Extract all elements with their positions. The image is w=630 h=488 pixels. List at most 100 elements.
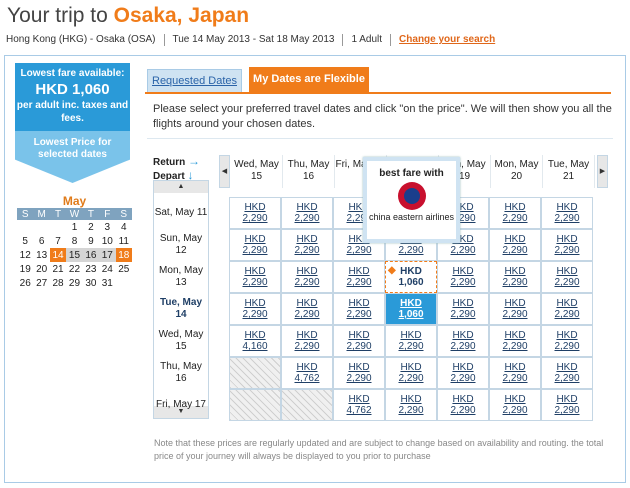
- fare-amount: 2,290: [450, 405, 476, 416]
- fare-cell[interactable]: HKD2,290: [541, 293, 593, 325]
- fare-cell[interactable]: HKD2,290: [281, 325, 333, 357]
- calendar-day[interactable]: 16: [82, 248, 100, 262]
- fare-cell[interactable]: HKD2,290: [437, 261, 489, 293]
- fare-cell[interactable]: HKD2,290: [333, 261, 385, 293]
- fare-cell[interactable]: HKD2,290: [489, 229, 541, 261]
- calendar-day[interactable]: 3: [99, 220, 115, 234]
- fare-cell[interactable]: HKD2,290: [333, 325, 385, 357]
- calendar-day[interactable]: 2: [83, 220, 99, 234]
- calendar-day[interactable]: 25: [116, 262, 132, 276]
- calendar-day[interactable]: 7: [50, 234, 66, 248]
- calendar-day[interactable]: 29: [66, 276, 82, 290]
- fare-amount: 2,290: [450, 245, 476, 256]
- trip-summary: Hong Kong (HKG) - Osaka (OSA) Tue 14 May…: [6, 34, 503, 46]
- fare-currency: HKD: [504, 234, 526, 245]
- calendar-day[interactable]: 6: [33, 234, 49, 248]
- calendar-day[interactable]: 11: [116, 234, 132, 248]
- fare-currency: HKD: [244, 330, 266, 341]
- fare-cell[interactable]: HKD2,290: [437, 357, 489, 389]
- calendar-day[interactable]: 20: [33, 262, 49, 276]
- fare-cell[interactable]: HKD2,290: [385, 357, 437, 389]
- fare-currency: HKD: [452, 266, 474, 277]
- fare-currency: HKD: [244, 298, 266, 309]
- fare-cell[interactable]: HKD2,290: [541, 197, 593, 229]
- calendar-day[interactable]: 14: [49, 248, 67, 262]
- tab-flexible-dates[interactable]: My Dates are Flexible: [249, 67, 369, 92]
- fare-cell[interactable]: HKD2,290: [385, 389, 437, 421]
- fare-cell[interactable]: HKD 4,762: [281, 357, 333, 389]
- calendar-day[interactable]: 24: [99, 262, 115, 276]
- fare-cell[interactable]: HKD2,290: [489, 293, 541, 325]
- calendar-weekday: S: [115, 208, 132, 220]
- calendar-day[interactable]: 22: [66, 262, 82, 276]
- chevron-left-icon[interactable]: ◀: [219, 155, 230, 188]
- fare-currency: HKD: [556, 202, 578, 213]
- chevron-up-icon[interactable]: ▲: [154, 181, 208, 193]
- depart-date: Tue, May 14: [159, 296, 203, 320]
- tab-requested-dates[interactable]: Requested Dates: [147, 69, 242, 92]
- calendar-day[interactable]: 15: [66, 248, 83, 262]
- fare-cell[interactable]: HKD2,290: [437, 293, 489, 325]
- calendar-day[interactable]: 23: [83, 262, 99, 276]
- fare-cell[interactable]: HKD2,290: [541, 389, 593, 421]
- chevron-right-icon[interactable]: ▶: [597, 155, 608, 188]
- calendar-day[interactable]: 19: [17, 262, 33, 276]
- fare-currency: HKD: [452, 394, 474, 405]
- calendar-day[interactable]: 13: [33, 248, 49, 262]
- fare-cell[interactable]: HKD2,290: [437, 389, 489, 421]
- fare-cell[interactable]: ◆ HKD 1,060: [385, 261, 437, 293]
- fare-cell[interactable]: HKD2,290: [229, 293, 281, 325]
- fare-cell[interactable]: HKD 1,060: [385, 293, 437, 325]
- calendar-day[interactable]: 10: [99, 234, 115, 248]
- fare-cell[interactable]: HKD2,290: [489, 325, 541, 357]
- fare-cell[interactable]: HKD2,290: [541, 325, 593, 357]
- calendar-day[interactable]: 31: [99, 276, 115, 290]
- calendar-day[interactable]: 4: [116, 220, 132, 234]
- calendar-day[interactable]: 27: [33, 276, 49, 290]
- fare-amount: 2,290: [346, 341, 372, 352]
- fare-cell[interactable]: HKD2,290: [437, 325, 489, 357]
- fare-cell[interactable]: HKD 4,762: [333, 389, 385, 421]
- fare-cell[interactable]: HKD2,290: [333, 357, 385, 389]
- fare-cell[interactable]: HKD2,290: [541, 229, 593, 261]
- fare-cell[interactable]: HKD2,290: [281, 229, 333, 261]
- calendar-month: May: [62, 194, 87, 208]
- fare-amount: 2,290: [502, 341, 528, 352]
- fare-cell[interactable]: HKD2,290: [281, 261, 333, 293]
- calendar-day: [33, 220, 49, 234]
- calendar-day[interactable]: 18: [115, 248, 132, 262]
- fare-amount: 2,290: [450, 277, 476, 288]
- fare-cell[interactable]: HKD2,290: [333, 293, 385, 325]
- fare-cell[interactable]: HKD2,290: [281, 293, 333, 325]
- fare-currency: HKD: [348, 298, 370, 309]
- fare-cell[interactable]: HKD2,290: [541, 261, 593, 293]
- fare-cell[interactable]: HKD2,290: [281, 197, 333, 229]
- calendar-day[interactable]: 12: [17, 248, 33, 262]
- fare-cell[interactable]: HKD2,290: [489, 261, 541, 293]
- calendar-day[interactable]: 9: [83, 234, 99, 248]
- return-date: Wed, May 15: [231, 155, 283, 188]
- depart-date: Wed, May 15: [158, 328, 204, 352]
- calendar-day[interactable]: 1: [66, 220, 82, 234]
- calendar-day[interactable]: 28: [50, 276, 66, 290]
- fare-cell[interactable]: HKD2,290: [541, 357, 593, 389]
- fare-currency: HKD: [504, 298, 526, 309]
- fare-cell[interactable]: HKD2,290: [489, 389, 541, 421]
- fare-amount: 2,290: [294, 213, 320, 224]
- calendar-day[interactable]: 5: [17, 234, 33, 248]
- calendar-day[interactable]: 30: [83, 276, 99, 290]
- change-search-link[interactable]: Change your search: [391, 34, 503, 46]
- fare-cell[interactable]: HKD2,290: [229, 261, 281, 293]
- fare-amount: 2,290: [398, 405, 424, 416]
- fare-amount: 2,290: [502, 245, 528, 256]
- calendar-day[interactable]: 17: [99, 248, 116, 262]
- calendar-day[interactable]: 26: [17, 276, 33, 290]
- calendar-day[interactable]: 21: [50, 262, 66, 276]
- fare-cell[interactable]: HKD2,290: [385, 325, 437, 357]
- fare-cell[interactable]: HKD 4,160: [229, 325, 281, 357]
- calendar-day[interactable]: 8: [66, 234, 82, 248]
- fare-cell[interactable]: HKD2,290: [489, 357, 541, 389]
- fare-cell[interactable]: HKD2,290: [229, 197, 281, 229]
- fare-cell[interactable]: HKD2,290: [229, 229, 281, 261]
- fare-cell[interactable]: HKD2,290: [489, 197, 541, 229]
